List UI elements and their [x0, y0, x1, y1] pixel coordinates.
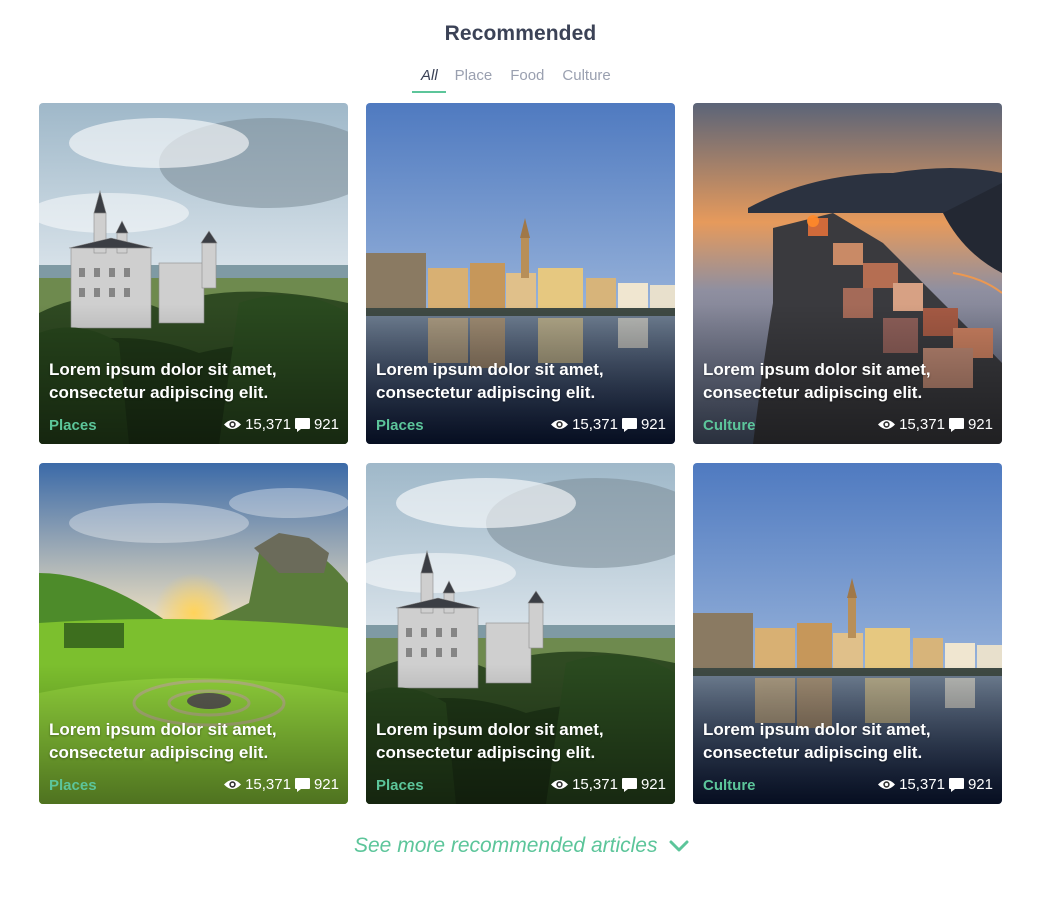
article-stats: 15,371 921 — [550, 416, 666, 433]
view-count: 15,371 — [245, 416, 291, 433]
eye-icon — [224, 420, 242, 429]
view-count: 15,371 — [245, 776, 291, 793]
article-stats: 15,371 921 — [550, 776, 666, 793]
article-stats: 15,371 921 — [877, 776, 993, 793]
speech-bubble-icon — [621, 417, 637, 432]
section-title: Recommended — [444, 22, 597, 45]
eye-icon — [878, 420, 896, 429]
article-category[interactable]: Places — [376, 417, 424, 434]
view-count: 15,371 — [899, 416, 945, 433]
eye-icon — [878, 780, 896, 789]
article-card[interactable]: Lorem ipsum dolor sit amet, consectetur … — [693, 103, 1002, 444]
speech-bubble-icon — [948, 417, 964, 432]
speech-bubble-icon — [294, 417, 310, 432]
article-category[interactable]: Places — [376, 777, 424, 794]
eye-icon — [551, 420, 569, 429]
comment-count: 921 — [313, 776, 339, 793]
article-headline[interactable]: Lorem ipsum dolor sit amet, consectetur … — [376, 358, 655, 404]
tab-culture[interactable]: Culture — [562, 66, 610, 91]
article-card[interactable]: Lorem ipsum dolor sit amet, consectetur … — [366, 103, 675, 444]
article-category[interactable]: Culture — [703, 777, 756, 794]
tab-place[interactable]: Place — [455, 66, 493, 91]
filter-tabs: All Place Food Culture — [412, 66, 629, 93]
article-headline[interactable]: Lorem ipsum dolor sit amet, consectetur … — [376, 718, 655, 764]
article-headline[interactable]: Lorem ipsum dolor sit amet, consectetur … — [49, 718, 328, 764]
article-stats: 15,371 921 — [877, 416, 993, 433]
tab-all[interactable]: All — [412, 66, 446, 93]
article-headline[interactable]: Lorem ipsum dolor sit amet, consectetur … — [49, 358, 328, 404]
view-count: 15,371 — [899, 776, 945, 793]
tab-food[interactable]: Food — [510, 66, 544, 91]
eye-icon — [224, 780, 242, 789]
speech-bubble-icon — [948, 777, 964, 792]
article-card[interactable]: Lorem ipsum dolor sit amet, consectetur … — [693, 463, 1002, 804]
article-card[interactable]: Lorem ipsum dolor sit amet, consectetur … — [39, 463, 348, 804]
speech-bubble-icon — [621, 777, 637, 792]
article-card[interactable]: Lorem ipsum dolor sit amet, consectetur … — [366, 463, 675, 804]
view-count: 15,371 — [572, 776, 618, 793]
speech-bubble-icon — [294, 777, 310, 792]
comment-count: 921 — [313, 416, 339, 433]
article-category[interactable]: Culture — [703, 417, 756, 434]
comment-count: 921 — [967, 776, 993, 793]
article-category[interactable]: Places — [49, 417, 97, 434]
comment-count: 921 — [640, 416, 666, 433]
article-stats: 15,371 921 — [223, 776, 339, 793]
view-count: 15,371 — [572, 416, 618, 433]
see-more-link[interactable]: See more recommended articles — [354, 832, 694, 860]
article-headline[interactable]: Lorem ipsum dolor sit amet, consectetur … — [703, 358, 982, 404]
article-headline[interactable]: Lorem ipsum dolor sit amet, consectetur … — [703, 718, 982, 764]
comment-count: 921 — [967, 416, 993, 433]
article-category[interactable]: Places — [49, 777, 97, 794]
article-stats: 15,371 921 — [223, 416, 339, 433]
article-card[interactable]: Lorem ipsum dolor sit amet, consectetur … — [39, 103, 348, 444]
eye-icon — [551, 780, 569, 789]
comment-count: 921 — [640, 776, 666, 793]
chevron-down-icon — [669, 840, 689, 852]
see-more-label: See more recommended articles — [354, 834, 658, 857]
